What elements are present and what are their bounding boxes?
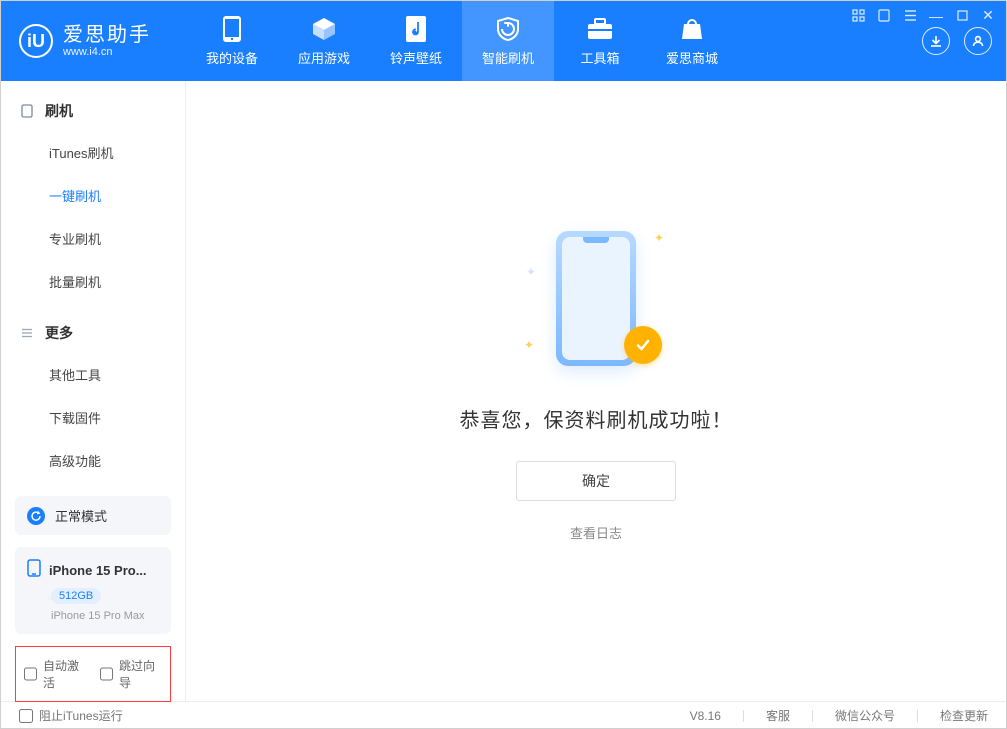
sidebar-item-pro-flash[interactable]: 专业刷机 — [1, 217, 185, 260]
nav-label: 我的设备 — [206, 48, 258, 67]
version-label: V8.16 — [690, 709, 721, 723]
sidebar-item-batch-flash[interactable]: 批量刷机 — [1, 260, 185, 303]
checkbox-skip-guide[interactable]: 跳过向导 — [100, 657, 162, 691]
nav-label: 工具箱 — [580, 48, 619, 67]
close-icon[interactable]: ✕ — [980, 7, 996, 24]
check-badge-icon — [624, 326, 662, 364]
app-title: 爱思助手 — [63, 24, 151, 46]
grid-icon[interactable] — [850, 7, 866, 24]
device-storage-badge: 512GB — [51, 588, 101, 604]
sidebar-item-other-tools[interactable]: 其他工具 — [1, 353, 185, 396]
sparkle-icon: ✦ — [654, 231, 664, 245]
sidebar: 刷机 iTunes刷机 一键刷机 专业刷机 批量刷机 更多 其他工具 下载固件 … — [1, 81, 186, 701]
toolbox-icon — [587, 16, 613, 42]
checkbox-auto-activate[interactable]: 自动激活 — [24, 657, 86, 691]
minimize-icon[interactable]: — — [928, 7, 944, 24]
bag-icon — [679, 16, 705, 42]
tablet-icon[interactable] — [876, 7, 892, 24]
nav-smart-flash[interactable]: 智能刷机 — [462, 1, 554, 81]
footer-link-update[interactable]: 检查更新 — [940, 707, 988, 724]
sparkle-icon: ✦ — [526, 265, 536, 279]
checkbox-block-itunes[interactable]: 阻止iTunes运行 — [19, 707, 123, 724]
footer-link-wechat[interactable]: 微信公众号 — [835, 707, 895, 724]
sidebar-item-download-firmware[interactable]: 下载固件 — [1, 396, 185, 439]
success-illustration: ✦ ✦ ✦ — [536, 221, 656, 376]
success-title: 恭喜您，保资料刷机成功啦！ — [460, 404, 733, 433]
app-logo: iU 爱思助手 www.i4.cn — [1, 1, 186, 81]
account-button[interactable] — [964, 27, 992, 55]
activation-options-highlight: 自动激活 跳过向导 — [15, 646, 171, 702]
device-name: iPhone 15 Pro... — [49, 563, 147, 578]
top-nav: 我的设备 应用游戏 铃声壁纸 智能刷机 工具箱 爱思商城 — [186, 1, 922, 81]
sidebar-group-more: 更多 — [1, 313, 185, 353]
shield-icon — [495, 16, 521, 42]
refresh-icon — [27, 507, 45, 525]
device-phone-icon — [27, 559, 41, 582]
footer-link-support[interactable]: 客服 — [766, 707, 790, 724]
nav-label: 铃声壁纸 — [390, 48, 442, 67]
nav-toolbox[interactable]: 工具箱 — [554, 1, 646, 81]
main-panel: ✦ ✦ ✦ 恭喜您，保资料刷机成功啦！ 确定 查看日志 — [186, 81, 1006, 701]
device-small-icon — [21, 104, 35, 118]
maximize-icon[interactable] — [954, 7, 970, 24]
view-log-link[interactable]: 查看日志 — [570, 523, 622, 542]
device-mode-card[interactable]: 正常模式 — [15, 496, 171, 535]
divider — [812, 710, 813, 722]
phone-icon — [219, 16, 245, 42]
checkbox-input[interactable] — [19, 709, 33, 723]
nav-label: 智能刷机 — [482, 48, 534, 67]
ok-button[interactable]: 确定 — [516, 461, 676, 501]
download-button[interactable] — [922, 27, 950, 55]
nav-store[interactable]: 爱思商城 — [646, 1, 738, 81]
music-icon — [403, 16, 429, 42]
divider — [743, 710, 744, 722]
app-subtitle: www.i4.cn — [63, 46, 151, 58]
group-title: 刷机 — [45, 101, 73, 121]
sidebar-item-itunes-flash[interactable]: iTunes刷机 — [1, 131, 185, 174]
nav-ringtones-wallpapers[interactable]: 铃声壁纸 — [370, 1, 462, 81]
nav-apps-games[interactable]: 应用游戏 — [278, 1, 370, 81]
sparkle-icon: ✦ — [524, 338, 534, 352]
more-icon — [21, 327, 35, 339]
checkbox-label: 跳过向导 — [119, 657, 162, 691]
sidebar-item-advanced[interactable]: 高级功能 — [1, 439, 185, 482]
checkbox-label: 阻止iTunes运行 — [39, 707, 123, 724]
nav-label: 应用游戏 — [298, 48, 350, 67]
nav-label: 爱思商城 — [666, 48, 718, 67]
logo-badge-icon: iU — [19, 24, 53, 58]
checkbox-input[interactable] — [100, 667, 113, 681]
window-controls: — ✕ — [850, 7, 996, 24]
mode-label: 正常模式 — [55, 506, 107, 525]
checkbox-input[interactable] — [24, 667, 37, 681]
group-title: 更多 — [45, 323, 73, 343]
nav-my-device[interactable]: 我的设备 — [186, 1, 278, 81]
divider — [917, 710, 918, 722]
device-card[interactable]: iPhone 15 Pro... 512GB iPhone 15 Pro Max — [15, 547, 171, 634]
sidebar-group-flash: 刷机 — [1, 91, 185, 131]
checkbox-label: 自动激活 — [43, 657, 86, 691]
sidebar-item-oneclick-flash[interactable]: 一键刷机 — [1, 174, 185, 217]
menu-icon[interactable] — [902, 7, 918, 24]
device-full-name: iPhone 15 Pro Max — [51, 610, 159, 622]
cube-icon — [311, 16, 337, 42]
